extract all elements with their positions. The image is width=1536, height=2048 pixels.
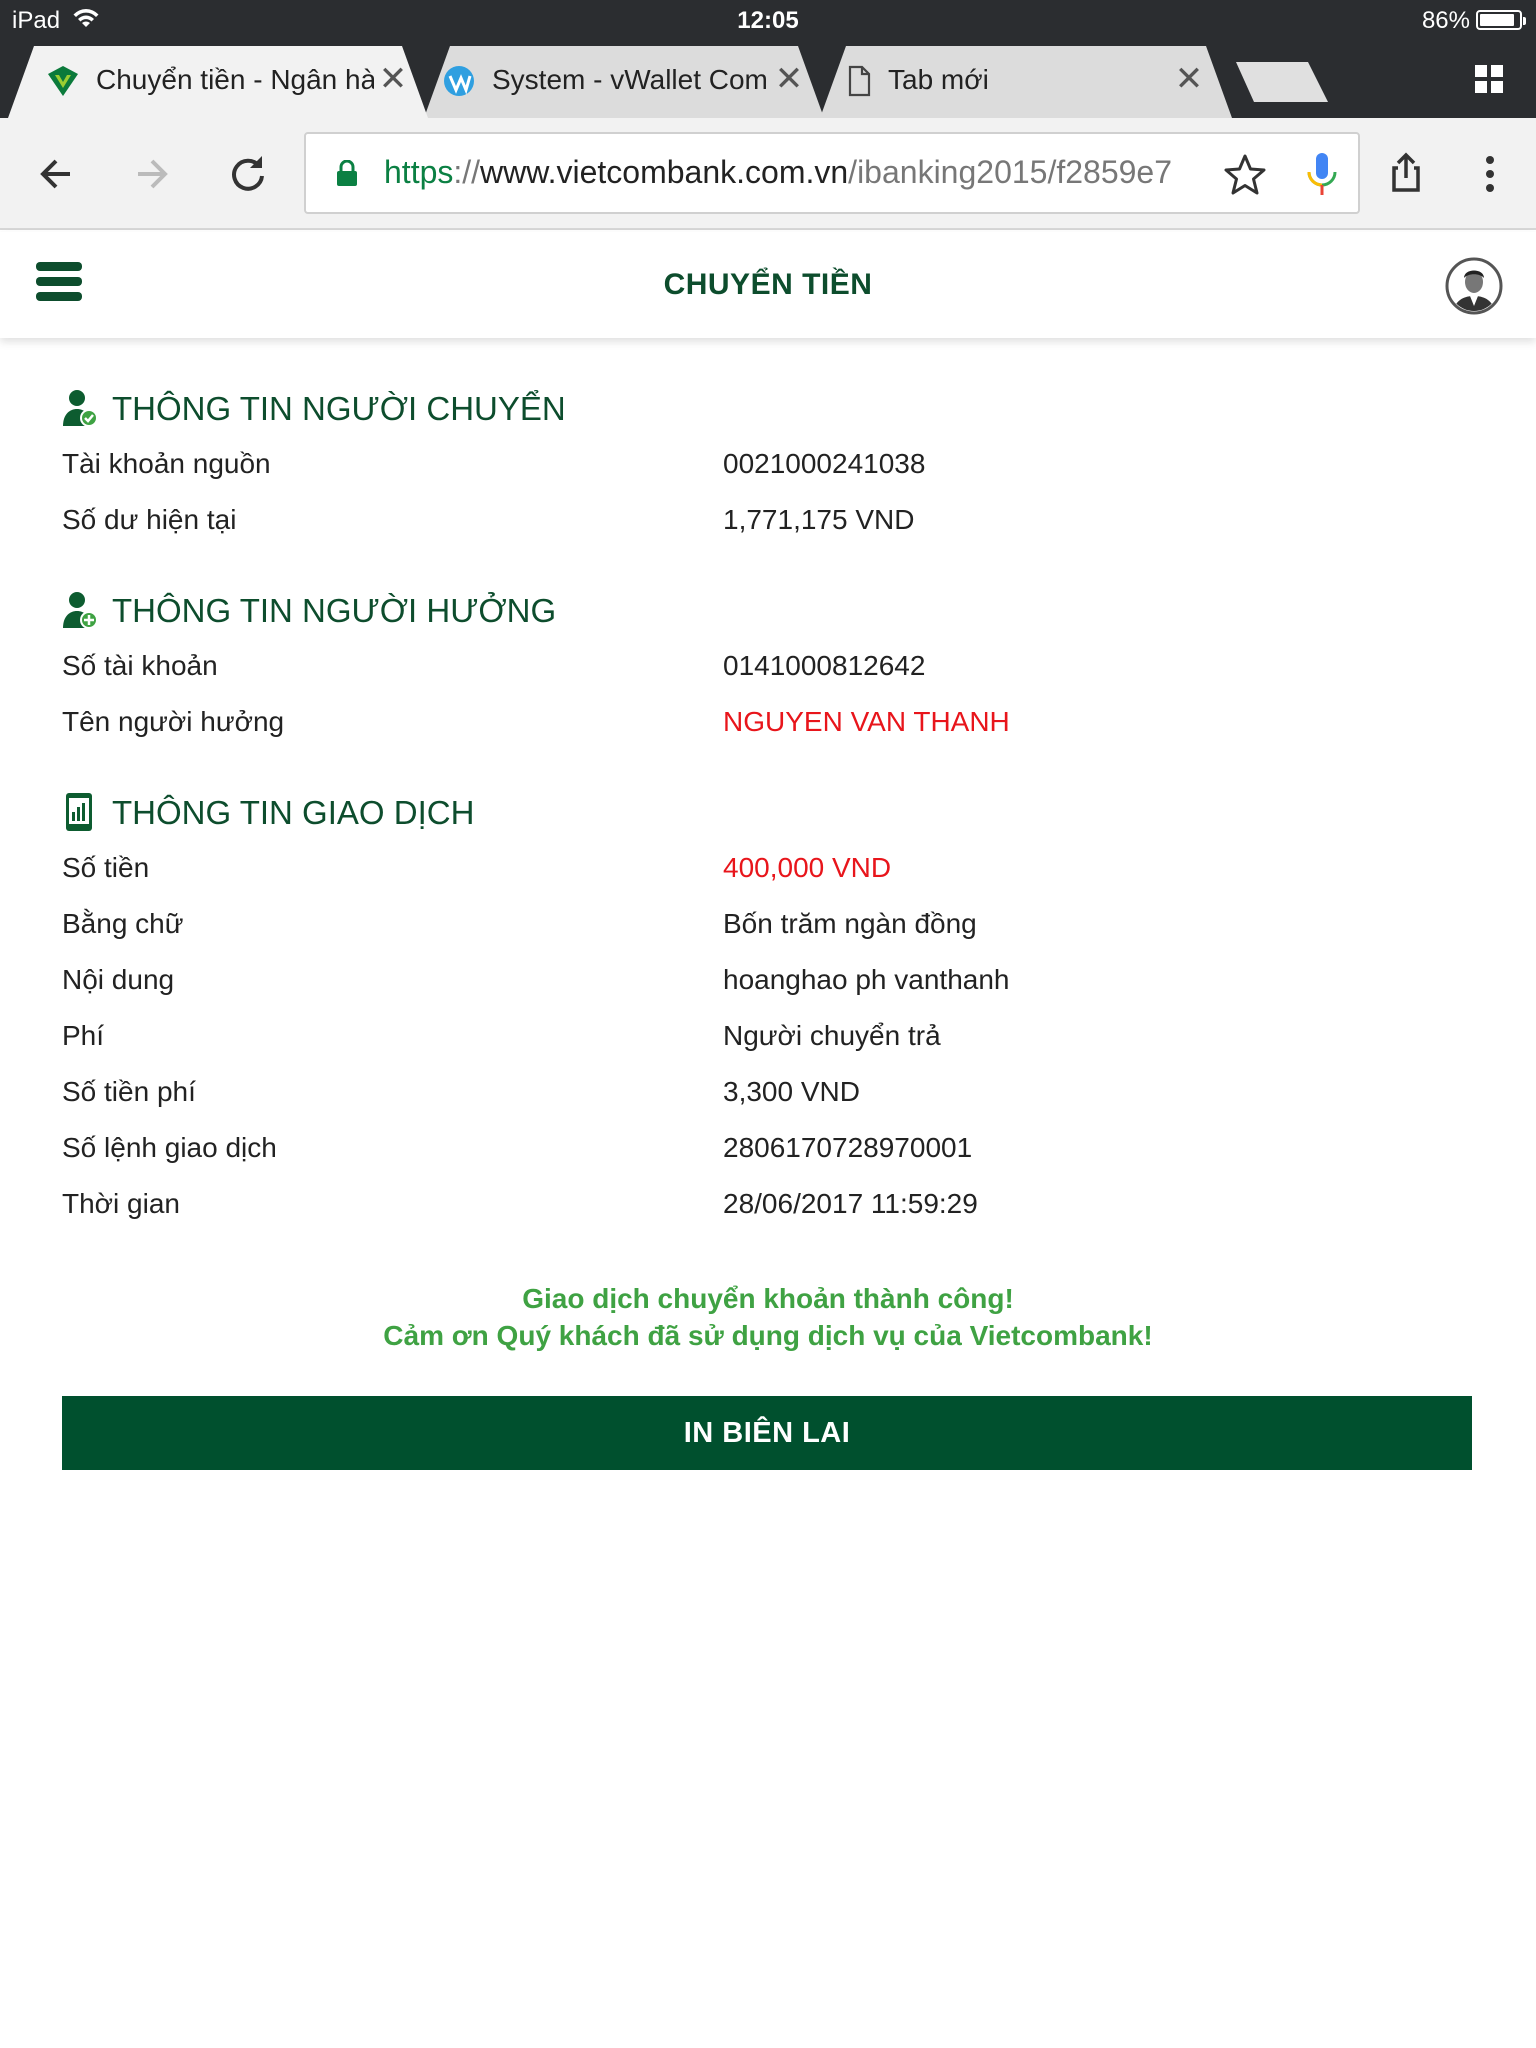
amount-in-words-value: Bốn trăm ngàn đồng — [723, 908, 977, 939]
info-row: Số lệnh giao dịch 2806170728970001 — [62, 1120, 1472, 1176]
fee-amount-value: 3,300 VND — [723, 1076, 860, 1107]
user-avatar-icon[interactable] — [1444, 256, 1504, 316]
bookmark-star-icon[interactable] — [1222, 152, 1268, 198]
row-label: Nội dung — [62, 964, 175, 995]
user-add-icon — [63, 592, 98, 629]
thank-you-line: Cảm ơn Quý khách đã sử dụng dịch vụ của … — [383, 1320, 1153, 1351]
row-label: Phí — [62, 1020, 105, 1051]
browser-toolbar: https://www.vietcombank.com.vn/ibanking2… — [0, 118, 1536, 230]
user-check-icon — [63, 390, 98, 427]
vietcombank-logo-icon — [48, 66, 78, 96]
browser-tab-strip: iPad 12:05 86% Chuyển tiền - Ngân hà ✕ S… — [0, 0, 1536, 118]
section-title: THÔNG TIN NGƯỜI HƯỞNG — [112, 592, 557, 629]
microphone-icon[interactable] — [1302, 150, 1342, 200]
amount-value: 400,000 VND — [723, 852, 892, 883]
sender-section: THÔNG TIN NGƯỜI CHUYỂN Tài khoản nguồn 0… — [62, 380, 1472, 548]
info-row: Số tiền phí 3,300 VND — [62, 1064, 1472, 1120]
info-row: Tài khoản nguồn 0021000241038 — [62, 436, 1472, 492]
app-header: CHUYỂN TIỀN — [0, 232, 1536, 338]
fee-payer-value: Người chuyển trả — [723, 1020, 941, 1051]
lock-icon — [337, 160, 357, 186]
info-row: Số dư hiện tại 1,771,175 VND — [62, 492, 1472, 548]
transaction-id-value: 2806170728970001 — [723, 1132, 973, 1163]
info-row: Nội dung hoanghao ph vanthanh — [62, 952, 1472, 1008]
back-arrow-icon[interactable] — [28, 146, 84, 202]
tab-vwallet[interactable]: System - vWallet Com ✕ — [424, 46, 824, 118]
row-label: Số tài khoản — [62, 650, 218, 681]
info-row: Phí Người chuyển trả — [62, 1008, 1472, 1064]
row-label: Thời gian — [62, 1188, 180, 1219]
tab-switcher-icon[interactable] — [1474, 64, 1504, 94]
content-value: hoanghao ph vanthanh — [723, 964, 1010, 995]
page-title: CHUYỂN TIỀN — [663, 268, 873, 301]
row-label: Số dư hiện tại — [62, 504, 237, 535]
reload-icon[interactable] — [220, 146, 276, 202]
close-icon[interactable]: ✕ — [772, 62, 806, 96]
more-menu-icon[interactable] — [1462, 146, 1518, 202]
tab-title: System - vWallet Com — [492, 64, 768, 95]
section-header: THÔNG TIN GIAO DỊCH — [62, 784, 1472, 840]
row-label: Bằng chữ — [62, 908, 184, 939]
success-line: Giao dịch chuyển khoản thành công! — [522, 1283, 1014, 1314]
url-scheme: https — [384, 154, 454, 190]
row-label: Số tiền phí — [62, 1076, 196, 1107]
forward-arrow-icon[interactable] — [124, 146, 180, 202]
row-label: Tài khoản nguồn — [62, 448, 271, 479]
new-tab-button[interactable] — [1236, 62, 1328, 102]
battery-icon — [1476, 10, 1526, 30]
section-title: THÔNG TIN GIAO DỊCH — [112, 794, 475, 831]
address-bar[interactable]: https://www.vietcombank.com.vn/ibanking2… — [304, 132, 1360, 214]
clock: 12:05 — [737, 7, 799, 34]
url-host: www.vietcombank.com.vn — [480, 154, 849, 190]
close-icon[interactable]: ✕ — [1172, 62, 1206, 96]
share-icon[interactable] — [1378, 146, 1434, 202]
info-row: Số tài khoản 0141000812642 — [62, 638, 1472, 694]
timestamp-value: 28/06/2017 11:59:29 — [723, 1188, 978, 1219]
blank-page-icon — [848, 65, 871, 97]
ios-status-bar: iPad 12:05 86% — [0, 0, 1536, 40]
beneficiary-account-value: 0141000812642 — [723, 650, 926, 681]
tab-title: Tab mới — [888, 64, 989, 95]
info-row: Tên người hưởng NGUYEN VAN THANH — [62, 694, 1472, 750]
beneficiary-section: THÔNG TIN NGƯỜI HƯỞNG Số tài khoản 01410… — [62, 582, 1472, 750]
section-header: THÔNG TIN NGƯỜI HƯỞNG — [62, 582, 1472, 638]
mobile-chart-icon — [66, 793, 92, 831]
transfer-receipt: THÔNG TIN NGƯỜI CHUYỂN Tài khoản nguồn 0… — [62, 380, 1472, 1266]
tab-vietcombank[interactable]: Chuyển tiền - Ngân hà ✕ — [8, 46, 428, 118]
url-text: https://www.vietcombank.com.vn/ibanking2… — [384, 154, 1224, 191]
info-row: Số tiền 400,000 VND — [62, 840, 1472, 896]
current-balance-value: 1,771,175 VND — [723, 504, 915, 535]
beneficiary-name-value: NGUYEN VAN THANH — [723, 706, 1010, 737]
print-receipt-button[interactable]: IN BIÊN LAI — [62, 1396, 1472, 1470]
transaction-section: THÔNG TIN GIAO DỊCH Số tiền 400,000 VND … — [62, 784, 1472, 1232]
close-icon[interactable]: ✕ — [376, 62, 410, 96]
tab-new[interactable]: Tab mới ✕ — [820, 46, 1232, 118]
tab-title: Chuyển tiền - Ngân hà — [96, 64, 374, 95]
url-path: /ibanking2015/f2859e7 — [848, 154, 1173, 190]
success-message: Giao dịch chuyển khoản thành công! Cảm ơ… — [0, 1280, 1536, 1354]
row-label: Số tiền — [62, 852, 150, 883]
section-title: THÔNG TIN NGƯỜI CHUYỂN — [112, 390, 566, 427]
info-row: Thời gian 28/06/2017 11:59:29 — [62, 1176, 1472, 1232]
battery-percent: 86% — [1421, 7, 1470, 34]
info-row: Bằng chữ Bốn trăm ngàn đồng — [62, 896, 1472, 952]
section-header: THÔNG TIN NGƯỜI CHUYỂN — [62, 380, 1472, 436]
source-account-value: 0021000241038 — [723, 448, 926, 479]
row-label: Tên người hưởng — [62, 706, 285, 737]
vwallet-logo-icon — [444, 66, 474, 96]
row-label: Số lệnh giao dịch — [62, 1132, 277, 1163]
url-separator: :// — [453, 154, 481, 190]
